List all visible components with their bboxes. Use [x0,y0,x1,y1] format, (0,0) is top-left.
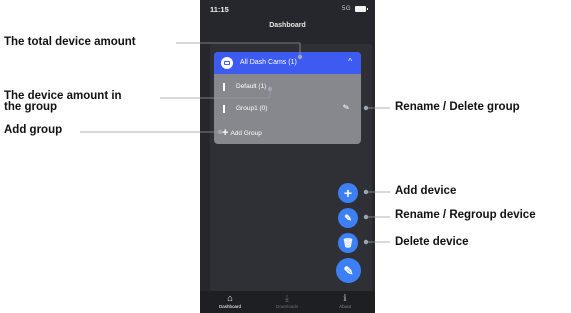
nav-label: Downloads [275,304,299,309]
annotation-delete-device: Delete device [395,236,469,248]
page-title: Dashboard [269,22,306,29]
plus-icon: + [222,127,229,139]
nav-dashboard[interactable]: ⌂ Dashboard [205,293,255,309]
chevron-up-icon[interactable]: ^ [348,57,352,66]
bottom-nav: ⌂ Dashboard ⤓ Downloads ℹ About [200,291,375,313]
edit-group-icon[interactable]: ✎ [342,102,351,112]
info-icon: ℹ [343,293,347,303]
group-label: Default (1) [236,83,267,90]
download-icon: ⤓ [285,293,289,303]
add-group-label: Add Group [230,129,262,137]
camera-icon [221,57,233,69]
annotation-rename-regroup-device: Rename / Regroup device [395,209,536,221]
nav-about[interactable]: ℹ About [320,293,370,309]
status-bar: 11:15 5G [200,0,375,18]
group-label: Group1 (0) [236,105,268,112]
rename-regroup-device-button[interactable]: ✎ [338,208,358,228]
group-header-label: All Dash Cams (1) [240,59,297,66]
group-card: All Dash Cams (1) ^ Default (1) Group1 (… [214,52,361,144]
annotation-add-group: Add group [4,124,63,136]
annotation-rename-delete-group: Rename / Delete group [395,101,520,113]
add-device-button[interactable]: + [338,183,358,203]
signal-indicator: 5G [341,6,351,12]
status-time: 11:15 [210,5,229,14]
battery-icon [355,6,368,12]
phone-screen: 11:15 5G Dashboard All Dash Cams (1) ^ D… [200,0,375,313]
nav-downloads[interactable]: ⤓ Downloads [262,293,312,309]
group-row-default[interactable]: Default (1) [214,79,361,97]
group-marker [223,83,225,91]
annotation-total-device-amount: The total device amount [4,36,136,48]
annotation-line: the group [4,101,58,113]
home-icon: ⌂ [227,293,233,303]
nav-label: About [339,304,351,309]
group-header-all-dash-cams[interactable]: All Dash Cams (1) ^ [214,52,361,74]
group-row-group1[interactable]: Group1 (0) ✎ [214,101,361,119]
add-group-button[interactable]: + Add Group [222,126,262,140]
annotation-add-device: Add device [395,185,457,197]
delete-device-button[interactable]: 🗑 [338,233,358,253]
edit-mode-button[interactable]: ✎ [336,258,361,283]
nav-label: Dashboard [218,304,241,309]
annotation-device-amount-in-group: The device amount in the group [4,90,122,113]
group-marker [223,105,225,113]
